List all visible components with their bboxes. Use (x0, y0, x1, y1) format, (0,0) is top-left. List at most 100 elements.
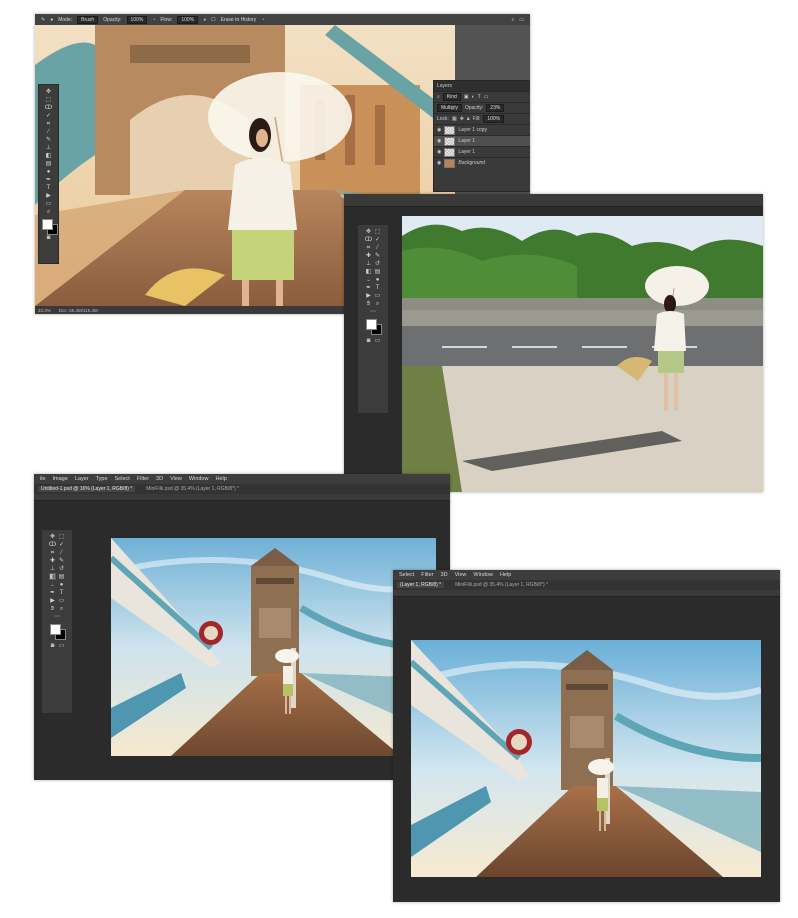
lock-pixels-icon[interactable]: ▦ (452, 116, 457, 122)
more-tools-icon[interactable]: ⋯ (54, 613, 61, 620)
menu-filter[interactable]: Filter (137, 476, 149, 482)
eyedropper-tool-icon[interactable]: ⁄ (45, 128, 52, 135)
quick-select-tool-icon[interactable]: ✓ (58, 541, 65, 548)
blur-tool-icon[interactable]: 💧︎ (365, 276, 372, 283)
lock-all-icon[interactable]: 🔒︎ (467, 116, 470, 122)
eyedropper-tool-icon[interactable]: ⁄ (374, 244, 381, 251)
visibility-eye-icon[interactable]: ◉ (437, 149, 441, 155)
tab-document-2[interactable]: MiniFilk.psd @ 35.4% (Layer 1, RGB/8*) * (143, 486, 242, 492)
foreground-color-swatch[interactable] (41, 219, 53, 230)
hand-tool-icon[interactable]: ✋︎ (365, 300, 372, 307)
lock-position-icon[interactable]: ✥ (460, 116, 464, 122)
visibility-eye-icon[interactable]: ◉ (437, 160, 441, 166)
fill-input[interactable]: 100% (483, 115, 505, 123)
flow-input[interactable]: 100% (177, 15, 199, 24)
move-tool-icon[interactable]: ✥ (365, 228, 372, 235)
gradient-tool-icon[interactable]: ▤ (374, 268, 381, 275)
opacity-input[interactable]: 100% (126, 15, 148, 24)
search-icon[interactable]: ⌕ (511, 17, 514, 23)
shape-tool-icon[interactable]: ▭ (45, 200, 52, 207)
menu-file[interactable]: ile (40, 476, 46, 482)
menu-image[interactable]: Image (53, 476, 68, 482)
shape-tool-icon[interactable]: ▭ (58, 597, 65, 604)
mode-select[interactable]: Brush (77, 15, 99, 24)
pen-tool-icon[interactable]: ✒ (45, 176, 52, 183)
layers-panel-tab[interactable]: Layers (434, 81, 530, 91)
path-select-tool-icon[interactable]: ▶ (49, 597, 56, 604)
menu-view[interactable]: View (455, 572, 467, 578)
eyedropper-tool-icon[interactable]: ⁄ (58, 549, 65, 556)
erase-to-history-checkbox[interactable]: ☐ (211, 17, 215, 23)
color-swatches[interactable] (366, 319, 382, 335)
visibility-eye-icon[interactable]: ◉ (437, 127, 441, 133)
quick-mask-icon[interactable]: ◙ (49, 642, 56, 649)
marquee-tool-icon[interactable]: ⬚ (45, 96, 52, 103)
crop-tool-icon[interactable]: ⌗ (49, 549, 56, 556)
filter-pixel-icon[interactable]: ▣ (464, 94, 469, 100)
marquee-tool-icon[interactable]: ⬚ (58, 533, 65, 540)
pressure-size-icon[interactable]: ◔ (261, 17, 264, 23)
crop-tool-icon[interactable]: ⌗ (365, 244, 372, 251)
shape-tool-icon[interactable]: ▭ (374, 292, 381, 299)
zoom-tool-icon[interactable]: ⌕ (58, 605, 65, 612)
healing-tool-icon[interactable]: ✚ (49, 557, 56, 564)
brush-tool-icon[interactable]: ✎ (41, 17, 45, 23)
kind-select[interactable]: Kind (442, 93, 461, 101)
more-tools-icon[interactable]: ⋯ (370, 308, 377, 315)
menu-window[interactable]: Window (189, 476, 209, 482)
layer-row[interactable]: ◉ Layer 1 copy (434, 124, 530, 135)
filter-type-icon[interactable]: T (478, 94, 481, 100)
dodge-tool-icon[interactable]: ● (58, 581, 65, 588)
airbrush-icon[interactable]: ◕ (203, 17, 206, 23)
stamp-tool-icon[interactable]: ⊥ (365, 260, 372, 267)
dodge-tool-icon[interactable]: ● (45, 168, 52, 175)
layer-row[interactable]: ◉ Background (434, 157, 530, 168)
workspace-icon[interactable]: ▭ (519, 17, 524, 23)
lasso-tool-icon[interactable]: ↀ (45, 104, 52, 111)
menu-filter[interactable]: Filter (421, 572, 433, 578)
menu-window[interactable]: Window (473, 572, 493, 578)
menu-3d[interactable]: 3D (156, 476, 163, 482)
pen-tool-icon[interactable]: ✒ (49, 589, 56, 596)
eraser-tool-icon[interactable]: ◧ (49, 573, 56, 580)
color-swatches[interactable] (50, 624, 66, 640)
quick-mask-icon[interactable]: ◙ (45, 234, 52, 241)
quick-select-tool-icon[interactable]: ✓ (374, 236, 381, 243)
tab-document-1[interactable]: (Layer 1, RGB/8) * (397, 582, 445, 588)
brush-tool-icon[interactable]: ✎ (45, 136, 52, 143)
marquee-tool-icon[interactable]: ⬚ (374, 228, 381, 235)
tab-document-1[interactable]: Untitled-1.psd @ 16% (Layer 1, RGB/8) * (38, 486, 136, 492)
pen-tool-icon[interactable]: ✒ (365, 284, 372, 291)
filter-shape-icon[interactable]: ▭ (484, 94, 489, 100)
eraser-tool-icon[interactable]: ◧ (365, 268, 372, 275)
menu-select[interactable]: Select (399, 572, 414, 578)
menu-select[interactable]: Select (115, 476, 130, 482)
stamp-tool-icon[interactable]: ⊥ (49, 565, 56, 572)
quick-select-tool-icon[interactable]: ✓ (45, 112, 52, 119)
stamp-tool-icon[interactable]: ⊥ (45, 144, 52, 151)
screen-mode-icon[interactable]: ▭ (374, 337, 381, 344)
eraser-tool-icon[interactable]: ◧ (45, 152, 52, 159)
gradient-tool-icon[interactable]: ▤ (45, 160, 52, 167)
history-brush-icon[interactable]: ↺ (58, 565, 65, 572)
screen-mode-icon[interactable]: ▭ (58, 642, 65, 649)
menu-help[interactable]: Help (215, 476, 226, 482)
zoom-tool-icon[interactable]: ⌕ (374, 300, 381, 307)
zoom-level[interactable]: 33.3% (38, 308, 51, 313)
color-swatches[interactable] (41, 219, 58, 235)
menu-view[interactable]: View (170, 476, 182, 482)
menu-3d[interactable]: 3D (441, 572, 448, 578)
type-tool-icon[interactable]: T (58, 589, 65, 596)
menu-layer[interactable]: Layer (75, 476, 89, 482)
crop-tool-icon[interactable]: ⌗ (45, 120, 52, 127)
filter-search-icon[interactable]: ⌕ (437, 94, 440, 100)
move-tool-icon[interactable]: ✥ (49, 533, 56, 540)
brush-tool-icon[interactable]: ✎ (374, 252, 381, 259)
brush-preset-icon[interactable]: ● (50, 17, 53, 23)
blend-mode-select[interactable]: Multiply (437, 104, 462, 112)
layer-opacity-input[interactable]: 23% (486, 104, 505, 112)
quick-mask-icon[interactable]: ◙ (365, 337, 372, 344)
hand-tool-icon[interactable]: ✋︎ (49, 605, 56, 612)
menu-help[interactable]: Help (500, 572, 511, 578)
blur-tool-icon[interactable]: 💧︎ (49, 581, 56, 588)
